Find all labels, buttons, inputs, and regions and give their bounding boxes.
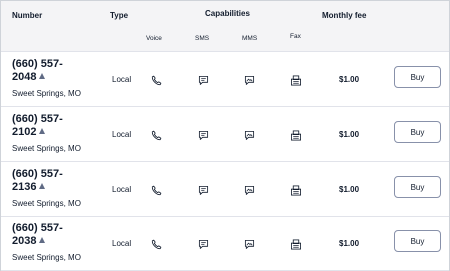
table-row: (660) 557- 2102 Sweet Springs, MO Local … (1, 108, 449, 162)
phone-number-line1: (660) 557- (12, 113, 63, 125)
image-message-icon (244, 183, 255, 201)
monthly-fee: $1.00 (339, 130, 360, 139)
fax-icon (290, 183, 302, 201)
chat-bubble-icon (198, 73, 209, 91)
warning-triangle-icon (39, 128, 46, 134)
warning-triangle-icon (39, 183, 46, 189)
phone-number: (660) 557- 2038 (12, 222, 82, 248)
monthly-fee: $1.00 (339, 185, 360, 194)
location-label: Sweet Springs, MO (12, 144, 81, 153)
phone-number-line2: 2048 (12, 71, 37, 83)
fax-icon (290, 73, 302, 91)
phone-icon (151, 128, 162, 146)
image-message-icon (244, 237, 255, 255)
phone-number: (660) 557- 2102 (12, 113, 82, 139)
warning-triangle-icon (39, 237, 46, 243)
phone-number: (660) 557- 2136 (12, 168, 82, 194)
type-label: Local (112, 130, 132, 139)
phone-number-line2: 2102 (12, 126, 37, 138)
monthly-fee: $1.00 (339, 75, 360, 84)
table-row: (660) 557- 2038 Sweet Springs, MO Local … (1, 217, 449, 271)
fax-icon (290, 128, 302, 146)
phone-number: (660) 557- 2048 (12, 58, 82, 84)
phone-number-line1: (660) 557- (12, 168, 63, 180)
column-header-type: Type (110, 11, 129, 20)
phone-icon (151, 73, 162, 91)
buy-button[interactable]: Buy (394, 66, 441, 88)
image-message-icon (244, 73, 255, 91)
location-label: Sweet Springs, MO (12, 199, 81, 208)
phone-number-line1: (660) 557- (12, 222, 63, 234)
buy-button[interactable]: Buy (394, 121, 441, 143)
subheader-sms: SMS (195, 35, 210, 42)
subheader-voice: Voice (146, 35, 162, 42)
table-row: (660) 557- 2048 Sweet Springs, MO Local … (1, 53, 449, 107)
column-header-capabilities: Capabilities (205, 9, 250, 18)
table-row: (660) 557- 2136 Sweet Springs, MO Local … (1, 163, 449, 217)
chat-bubble-icon (198, 183, 209, 201)
subheader-mms: MMS (242, 35, 258, 42)
image-message-icon (244, 128, 255, 146)
subheader-fax: Fax (290, 33, 301, 40)
type-label: Local (112, 75, 132, 84)
column-header-number: Number (12, 11, 43, 20)
type-label: Local (112, 185, 132, 194)
phone-icon (151, 237, 162, 255)
monthly-fee: $1.00 (339, 239, 360, 248)
chat-bubble-icon (198, 237, 209, 255)
chat-bubble-icon (198, 128, 209, 146)
warning-triangle-icon (39, 73, 46, 79)
type-label: Local (112, 239, 132, 248)
buy-button[interactable]: Buy (394, 176, 441, 198)
column-header-monthly-fee: Monthly fee (322, 11, 367, 20)
phone-number-line2: 2038 (12, 235, 37, 247)
buy-button[interactable]: Buy (394, 230, 441, 252)
table-header: Number Type Capabilities Monthly fee Voi… (1, 1, 449, 52)
phone-number-line2: 2136 (12, 181, 37, 193)
fax-icon (290, 237, 302, 255)
location-label: Sweet Springs, MO (12, 89, 81, 98)
phone-number-table: Number Type Capabilities Monthly fee Voi… (0, 0, 450, 271)
phone-icon (151, 183, 162, 201)
location-label: Sweet Springs, MO (12, 253, 81, 262)
phone-number-line1: (660) 557- (12, 58, 63, 70)
